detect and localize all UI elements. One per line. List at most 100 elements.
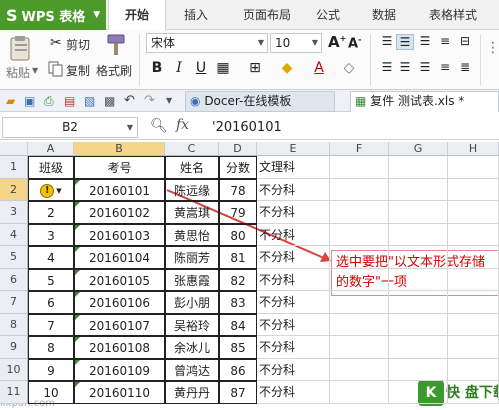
table-cell-name[interactable]: 陈远缘 [165, 178, 219, 201]
table-cell-id[interactable]: 20160102 [74, 201, 165, 224]
row-header-2[interactable]: 2 [0, 178, 28, 201]
chevron-down-icon[interactable]: ▼ [56, 187, 61, 195]
table-cell-id[interactable]: 20160110 [74, 381, 165, 404]
cell[interactable] [389, 268, 448, 291]
table-cell-score[interactable]: 86 [219, 358, 257, 381]
table-cell-subject[interactable]: 不分科 [257, 381, 330, 404]
cell[interactable] [330, 156, 389, 179]
table-cell-score[interactable]: 79 [219, 201, 257, 224]
row-header-3[interactable]: 3 [0, 201, 28, 224]
table-cell-subject[interactable]: 不分科 [257, 268, 330, 291]
cell[interactable] [330, 223, 389, 246]
cell[interactable] [448, 358, 499, 381]
table-cell-id[interactable]: 20160105 [74, 268, 165, 291]
table-cell-class[interactable]: ! ▼ [28, 178, 74, 201]
table-cell-class[interactable]: 8 [28, 336, 74, 359]
warning-icon[interactable]: ! [40, 184, 55, 198]
table-cell-id[interactable]: 20160107 [74, 313, 165, 336]
cell[interactable] [389, 358, 448, 381]
table-cell-id[interactable]: 20160109 [74, 358, 165, 381]
cell[interactable] [330, 358, 389, 381]
table-cell-class[interactable]: 7 [28, 313, 74, 336]
table-cell-class[interactable]: 2 [28, 201, 74, 224]
table-cell-subject[interactable]: 不分科 [257, 223, 330, 246]
table-cell-name[interactable]: 张惠霞 [165, 268, 219, 291]
cell[interactable] [389, 381, 448, 404]
cell[interactable] [448, 246, 499, 269]
table-cell-score[interactable]: 81 [219, 246, 257, 269]
cell[interactable] [389, 246, 448, 269]
selected-cell-b2[interactable]: 20160101 [74, 178, 165, 201]
table-cell-name[interactable]: 陈丽芳 [165, 246, 219, 269]
cell[interactable] [330, 268, 389, 291]
row-header-7[interactable]: 7 [0, 291, 28, 314]
table-cell-score[interactable]: 80 [219, 223, 257, 246]
cell[interactable] [389, 201, 448, 224]
table-cell-class[interactable]: 6 [28, 291, 74, 314]
table-cell-name[interactable]: 彭小朋 [165, 291, 219, 314]
row-header-5[interactable]: 5 [0, 246, 28, 269]
cell[interactable] [448, 291, 499, 314]
cell[interactable] [330, 178, 389, 201]
table-cell-class[interactable]: 3 [28, 223, 74, 246]
table-cell-id[interactable]: 20160108 [74, 336, 165, 359]
cell[interactable] [448, 201, 499, 224]
table-cell-subject[interactable]: 不分科 [257, 313, 330, 336]
cell[interactable] [389, 313, 448, 336]
table-cell-score[interactable]: 82 [219, 268, 257, 291]
row-header-10[interactable]: 10 [0, 358, 28, 381]
table-cell-id[interactable]: 20160104 [74, 246, 165, 269]
table-cell-score[interactable]: 84 [219, 313, 257, 336]
table-cell-name[interactable]: 余冰儿 [165, 336, 219, 359]
cell[interactable] [448, 313, 499, 336]
cell[interactable] [330, 381, 389, 404]
table-cell-subject[interactable]: 不分科 [257, 178, 330, 201]
table-cell-class[interactable]: 9 [28, 358, 74, 381]
table-cell-score[interactable]: 83 [219, 291, 257, 314]
cell[interactable] [389, 156, 448, 179]
table-cell-name[interactable]: 黄思怡 [165, 223, 219, 246]
header-cell[interactable]: 姓名 [165, 156, 219, 179]
table-cell-class[interactable]: 5 [28, 268, 74, 291]
cell[interactable] [389, 291, 448, 314]
table-cell-name[interactable]: 曾鸿达 [165, 358, 219, 381]
cell[interactable] [448, 336, 499, 359]
row-header-4[interactable]: 4 [0, 223, 28, 246]
cell[interactable] [448, 178, 499, 201]
table-cell-name[interactable]: 黄嵩琪 [165, 201, 219, 224]
cell[interactable] [389, 223, 448, 246]
row-header-9[interactable]: 9 [0, 336, 28, 359]
cell[interactable] [389, 178, 448, 201]
table-cell-subject[interactable]: 不分科 [257, 201, 330, 224]
table-cell-score[interactable]: 87 [219, 381, 257, 404]
table-cell-subject[interactable]: 不分科 [257, 246, 330, 269]
table-cell-subject[interactable]: 不分科 [257, 358, 330, 381]
table-cell-score[interactable]: 85 [219, 336, 257, 359]
table-cell-id[interactable]: 20160103 [74, 223, 165, 246]
table-cell-score[interactable]: 78 [219, 178, 257, 201]
table-cell-subject[interactable]: 不分科 [257, 291, 330, 314]
table-cell-class[interactable]: 10 [28, 381, 74, 404]
cell[interactable] [389, 336, 448, 359]
cell[interactable] [448, 268, 499, 291]
cell[interactable] [330, 246, 389, 269]
cell[interactable] [448, 223, 499, 246]
row-header-8[interactable]: 8 [0, 313, 28, 336]
table-cell-class[interactable]: 4 [28, 246, 74, 269]
cell[interactable] [330, 291, 389, 314]
header-cell[interactable]: 考号 [74, 156, 165, 179]
cell[interactable] [448, 156, 499, 179]
table-cell-subject[interactable]: 不分科 [257, 336, 330, 359]
cell[interactable] [330, 201, 389, 224]
table-cell-name[interactable]: 黄丹丹 [165, 381, 219, 404]
table-cell-name[interactable]: 吴裕玲 [165, 313, 219, 336]
row-header-11[interactable]: 11 [0, 381, 28, 404]
table-cell-id[interactable]: 20160106 [74, 291, 165, 314]
header-cell[interactable]: 分数 [219, 156, 257, 179]
row-header-1[interactable]: 1 [0, 156, 28, 179]
header-cell[interactable]: 文理科 [257, 156, 330, 179]
cell[interactable] [330, 336, 389, 359]
cell[interactable] [330, 313, 389, 336]
header-cell[interactable]: 班级 [28, 156, 74, 179]
cell[interactable] [448, 381, 499, 404]
